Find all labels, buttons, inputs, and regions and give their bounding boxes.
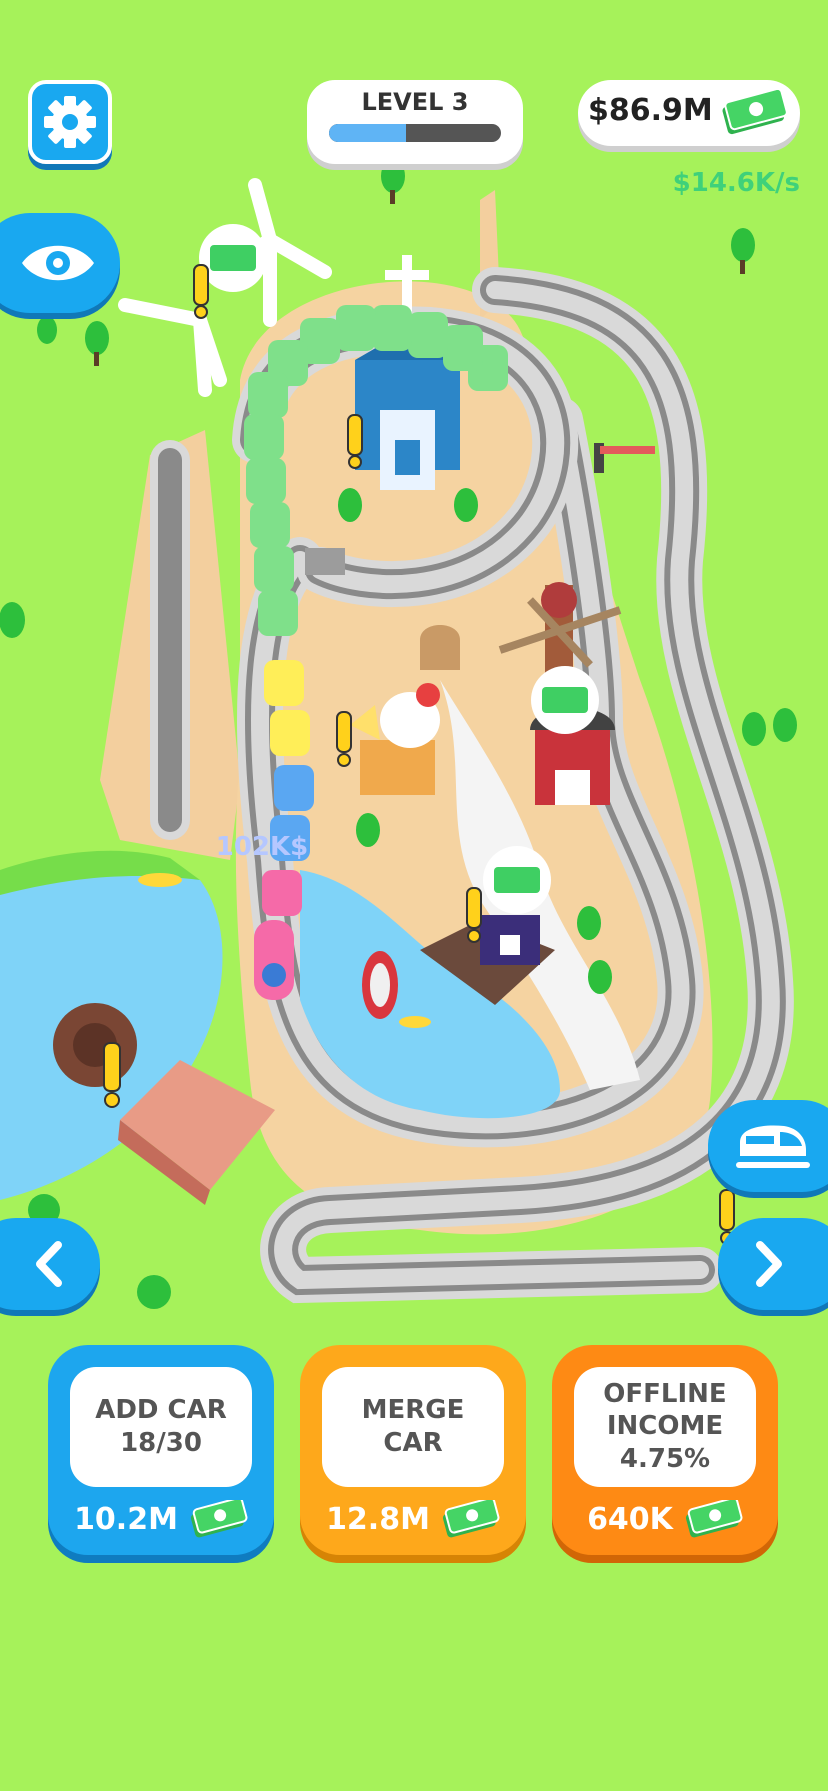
offline-income-rate: 4.75% — [619, 1444, 711, 1474]
fish — [138, 873, 182, 887]
tunnel — [305, 548, 345, 575]
cash-bubble[interactable] — [199, 224, 267, 292]
settings-button[interactable] — [28, 80, 112, 164]
railway-barrier — [594, 443, 655, 473]
cash-bubble[interactable] — [531, 666, 599, 734]
offline-income-price: 640K — [552, 1497, 778, 1541]
chevron-left-icon — [36, 1241, 62, 1287]
cash-icon — [442, 1500, 500, 1538]
add-car-price: 10.2M — [48, 1497, 274, 1541]
merge-car-price: 12.8M — [300, 1497, 526, 1541]
add-car-button[interactable]: ADD CAR 18/30 10.2M — [48, 1345, 274, 1555]
merge-car-price-value: 12.8M — [326, 1501, 430, 1537]
tunnel — [420, 625, 460, 670]
offline-income-price-value: 640K — [587, 1501, 673, 1537]
boat[interactable] — [362, 951, 398, 1019]
floating-value: 102K$ — [216, 832, 309, 862]
level-label: LEVEL 3 — [361, 88, 469, 116]
level-progress-fill — [329, 124, 407, 142]
fish — [399, 1016, 431, 1028]
add-car-label: ADD CAR — [95, 1395, 227, 1425]
eye-icon — [22, 245, 94, 281]
chevron-right-icon — [756, 1241, 782, 1287]
add-car-panel: ADD CAR 18/30 — [70, 1367, 252, 1487]
offline-income-button[interactable]: OFFLINE INCOME 4.75% 640K — [552, 1345, 778, 1555]
cash-icon — [190, 1500, 248, 1538]
cash-icon — [685, 1500, 743, 1538]
offline-label: OFFLINE — [603, 1379, 727, 1409]
money-display: $86.9M — [578, 80, 800, 146]
offline-income-panel: OFFLINE INCOME 4.75% — [574, 1367, 756, 1487]
merge-car-button[interactable]: MERGE CAR 12.8M — [300, 1345, 526, 1555]
cash-icon — [722, 90, 788, 135]
view-button[interactable] — [0, 213, 120, 313]
merge-sub-label: CAR — [383, 1428, 443, 1458]
income-label: INCOME — [606, 1411, 724, 1441]
add-car-count: 18/30 — [120, 1428, 202, 1458]
income-rate: $14.6K/s — [672, 168, 800, 198]
level-indicator: LEVEL 3 — [307, 80, 523, 164]
merge-car-panel: MERGE CAR — [322, 1367, 504, 1487]
next-button[interactable] — [718, 1218, 828, 1310]
level-progress-bar — [329, 124, 501, 142]
train-button[interactable] — [708, 1100, 828, 1192]
money-amount: $86.9M — [588, 93, 713, 128]
cash-bubble[interactable] — [483, 846, 551, 914]
previous-button[interactable] — [0, 1218, 100, 1310]
add-car-price-value: 10.2M — [74, 1501, 178, 1537]
train-icon — [736, 1125, 810, 1168]
gear-icon — [44, 96, 96, 148]
wind-turbine-2[interactable] — [118, 298, 227, 397]
merge-label: MERGE — [361, 1395, 465, 1425]
